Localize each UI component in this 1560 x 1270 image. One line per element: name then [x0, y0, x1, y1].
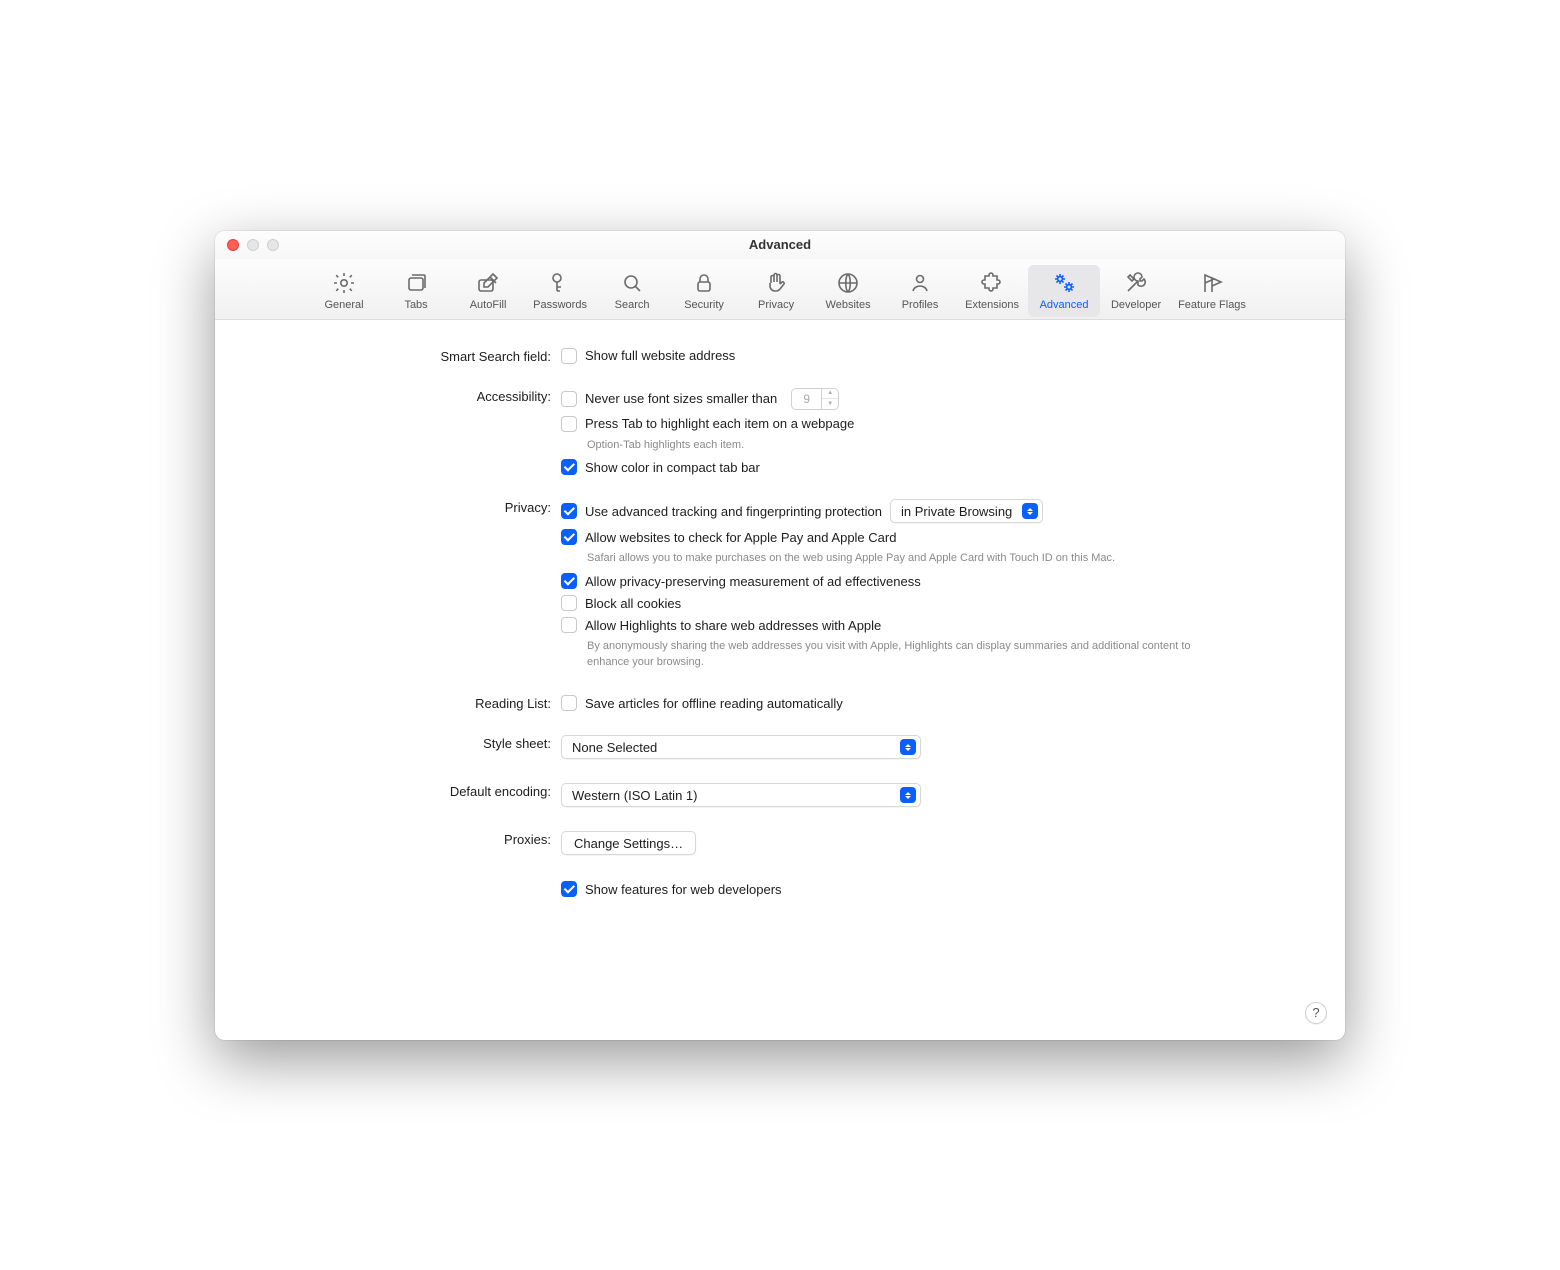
offline-reading-checkbox[interactable]: [561, 695, 577, 711]
ad-measurement-label: Allow privacy-preserving measurement of …: [585, 574, 921, 589]
highlights-share-label: Allow Highlights to share web addresses …: [585, 618, 881, 633]
updown-caret-icon: [900, 739, 916, 755]
stylesheet-select[interactable]: None Selected: [561, 735, 921, 759]
block-cookies-label: Block all cookies: [585, 596, 681, 611]
toolbar-tab-websites[interactable]: Websites: [812, 265, 884, 317]
highlights-share-hint: By anonymously sharing the web addresses…: [561, 639, 1201, 671]
tracking-protection-label: Use advanced tracking and fingerprinting…: [585, 504, 882, 519]
change-proxy-settings-button[interactable]: Change Settings…: [561, 831, 696, 855]
toolbar-tab-tabs[interactable]: Tabs: [380, 265, 452, 317]
smart-search-label: Smart Search field:: [251, 348, 551, 364]
min-font-stepper[interactable]: 9 ▲▼: [791, 388, 839, 410]
toolbar-tab-passwords[interactable]: Passwords: [524, 265, 596, 317]
ad-measurement-checkbox[interactable]: [561, 573, 577, 589]
lock-icon: [690, 269, 718, 297]
press-tab-hint: Option-Tab highlights each item.: [561, 438, 1201, 454]
toolbar-tab-profiles[interactable]: Profiles: [884, 265, 956, 317]
chevron-down-icon[interactable]: ▼: [822, 399, 838, 409]
proxies-label: Proxies:: [251, 831, 551, 897]
change-proxy-settings-label: Change Settings…: [574, 836, 683, 851]
toolbar-tab-label: Feature Flags: [1178, 299, 1246, 311]
updown-caret-icon: [1022, 503, 1038, 519]
show-developer-features-checkbox[interactable]: [561, 881, 577, 897]
toolbar-tab-label: Security: [684, 299, 724, 311]
toolbar-tab-advanced[interactable]: Advanced: [1028, 265, 1100, 317]
key-icon: [546, 269, 574, 297]
stylesheet-value: None Selected: [572, 740, 657, 755]
compact-color-label: Show color in compact tab bar: [585, 460, 760, 475]
question-mark-icon: ?: [1312, 1005, 1319, 1020]
apple-pay-hint: Safari allows you to make purchases on t…: [561, 551, 1201, 567]
min-font-value: 9: [791, 388, 821, 410]
tracking-protection-checkbox[interactable]: [561, 503, 577, 519]
hand-icon: [762, 269, 790, 297]
toolbar-tab-label: Search: [615, 299, 650, 311]
show-full-address-checkbox[interactable]: [561, 348, 577, 364]
toolbar-tab-label: Websites: [826, 299, 871, 311]
stylesheet-label: Style sheet:: [251, 735, 551, 759]
toolbar-tab-extensions[interactable]: Extensions: [956, 265, 1028, 317]
globe-icon: [834, 269, 862, 297]
chevron-up-icon[interactable]: ▲: [822, 389, 838, 400]
reading-list-label: Reading List:: [251, 695, 551, 711]
toolbar-tab-security[interactable]: Security: [668, 265, 740, 317]
privacy-label: Privacy:: [251, 499, 551, 671]
toolbar-tab-general[interactable]: General: [308, 265, 380, 317]
min-font-label: Never use font sizes smaller than: [585, 391, 777, 406]
preferences-window: Advanced General Tabs AutoFill Password: [215, 231, 1345, 1040]
gears-icon: [1050, 269, 1078, 297]
person-icon: [906, 269, 934, 297]
toolbar-tab-label: Passwords: [533, 299, 587, 311]
titlebar: Advanced: [215, 231, 1345, 259]
flags-icon: [1198, 269, 1226, 297]
min-font-checkbox[interactable]: [561, 391, 577, 407]
preferences-toolbar: General Tabs AutoFill Passwords Search: [215, 259, 1345, 320]
toolbar-tab-label: Developer: [1111, 299, 1161, 311]
show-developer-features-label: Show features for web developers: [585, 882, 782, 897]
compact-color-checkbox[interactable]: [561, 459, 577, 475]
encoding-label: Default encoding:: [251, 783, 551, 807]
encoding-select[interactable]: Western (ISO Latin 1): [561, 783, 921, 807]
press-tab-checkbox[interactable]: [561, 416, 577, 432]
search-icon: [618, 269, 646, 297]
advanced-pane: Smart Search field: Show full website ad…: [215, 320, 1345, 1040]
accessibility-label: Accessibility:: [251, 388, 551, 476]
toolbar-tab-label: Extensions: [965, 299, 1019, 311]
toolbar-tab-feature-flags[interactable]: Feature Flags: [1172, 265, 1252, 317]
toolbar-tab-label: AutoFill: [470, 299, 507, 311]
gear-icon: [330, 269, 358, 297]
toolbar-tab-label: Privacy: [758, 299, 794, 311]
toolbar-tab-developer[interactable]: Developer: [1100, 265, 1172, 317]
tracking-scope-value: in Private Browsing: [901, 504, 1012, 519]
tracking-scope-select[interactable]: in Private Browsing: [890, 499, 1043, 523]
toolbar-tab-autofill[interactable]: AutoFill: [452, 265, 524, 317]
show-full-address-label: Show full website address: [585, 348, 735, 363]
toolbar-tab-privacy[interactable]: Privacy: [740, 265, 812, 317]
highlights-share-checkbox[interactable]: [561, 617, 577, 633]
toolbar-tab-label: Profiles: [902, 299, 939, 311]
encoding-value: Western (ISO Latin 1): [572, 788, 697, 803]
press-tab-label: Press Tab to highlight each item on a we…: [585, 416, 854, 431]
tools-icon: [1122, 269, 1150, 297]
apple-pay-label: Allow websites to check for Apple Pay an…: [585, 530, 896, 545]
toolbar-tab-label: Tabs: [404, 299, 427, 311]
pencil-square-icon: [474, 269, 502, 297]
apple-pay-checkbox[interactable]: [561, 529, 577, 545]
offline-reading-label: Save articles for offline reading automa…: [585, 696, 843, 711]
toolbar-tab-label: Advanced: [1040, 299, 1089, 311]
updown-caret-icon: [900, 787, 916, 803]
help-button[interactable]: ?: [1305, 1002, 1327, 1024]
toolbar-tab-search[interactable]: Search: [596, 265, 668, 317]
stepper-buttons[interactable]: ▲▼: [821, 388, 839, 410]
puzzle-icon: [978, 269, 1006, 297]
block-cookies-checkbox[interactable]: [561, 595, 577, 611]
tabs-icon: [402, 269, 430, 297]
toolbar-tab-label: General: [324, 299, 363, 311]
window-title: Advanced: [215, 237, 1345, 252]
